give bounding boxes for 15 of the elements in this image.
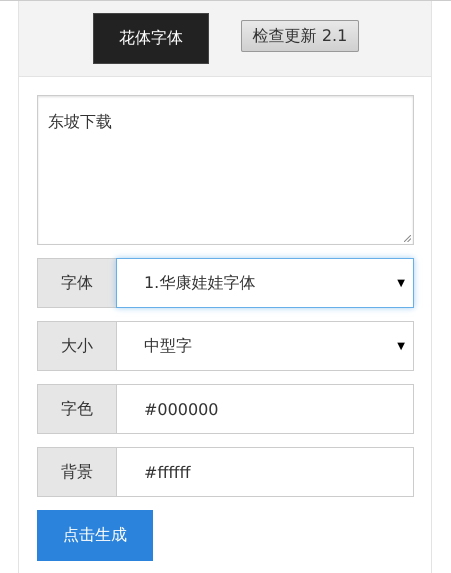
field-label: 背景 <box>37 447 116 497</box>
input-field[interactable]: #ffffff <box>116 447 414 497</box>
resize-handle-icon[interactable] <box>404 235 411 242</box>
update-button[interactable]: 检查更新 2.1 <box>241 20 359 52</box>
input-field[interactable]: #000000 <box>116 384 414 434</box>
generate-button[interactable]: 点击生成 <box>37 510 153 561</box>
dropdown[interactable]: 1.华康娃娃字体 ▼ <box>116 258 414 308</box>
field-label: 大小 <box>37 321 116 371</box>
dropdown-arrow-icon[interactable]: ▼ <box>397 278 405 288</box>
dropdown[interactable]: 中型字 ▼ <box>116 321 414 371</box>
dropdown-arrow-icon[interactable]: ▼ <box>397 340 405 352</box>
field-label: 字色 <box>37 384 116 434</box>
text-input[interactable]: 东坡下载 <box>37 95 414 245</box>
font-style-button[interactable]: 花体字体 <box>93 13 209 64</box>
field-label: 字体 <box>37 258 116 308</box>
